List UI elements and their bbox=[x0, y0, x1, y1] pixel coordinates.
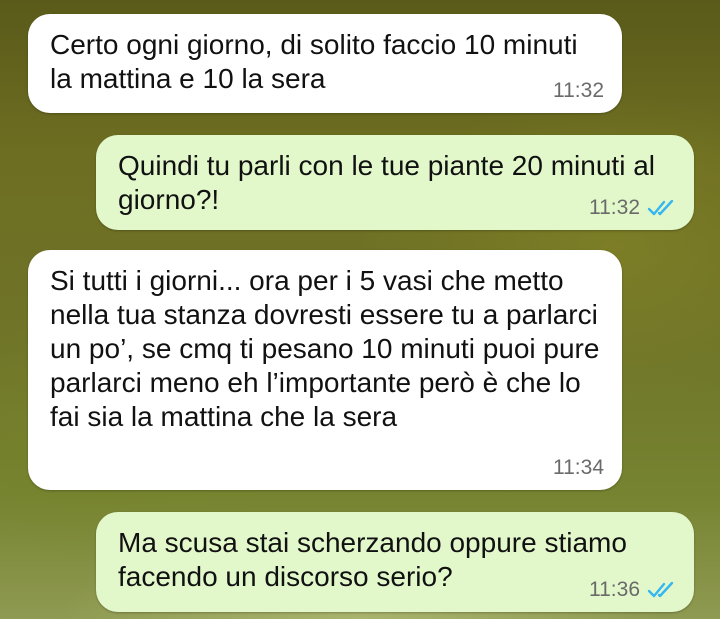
message-time: 11:34 bbox=[553, 456, 604, 479]
message-time: 11:36 bbox=[589, 578, 640, 601]
message-bubble-outgoing[interactable]: Quindi tu parli con le tue piante 20 min… bbox=[96, 135, 694, 230]
message-time: 11:32 bbox=[589, 196, 640, 219]
message-time: 11:32 bbox=[553, 79, 604, 102]
message-meta: 11:36 bbox=[589, 578, 676, 602]
chat-area: Certo ogni giorno, di solito faccio 10 m… bbox=[0, 0, 720, 619]
message-bubble-outgoing[interactable]: Ma scusa stai scherzando oppure stiamo f… bbox=[96, 512, 694, 612]
message-text: Si tutti i giorni... ora per i 5 vasi ch… bbox=[50, 265, 600, 432]
message-meta: 11:34 bbox=[553, 456, 604, 480]
message-meta: 11:32 bbox=[589, 196, 676, 220]
message-text: Certo ogni giorno, di solito faccio 10 m… bbox=[50, 29, 578, 94]
double-check-read-icon bbox=[647, 199, 674, 216]
message-bubble-incoming[interactable]: Certo ogni giorno, di solito faccio 10 m… bbox=[28, 14, 622, 113]
message-bubble-incoming[interactable]: Si tutti i giorni... ora per i 5 vasi ch… bbox=[28, 250, 622, 490]
double-check-read-icon bbox=[647, 581, 674, 598]
message-meta: 11:32 bbox=[553, 79, 604, 103]
